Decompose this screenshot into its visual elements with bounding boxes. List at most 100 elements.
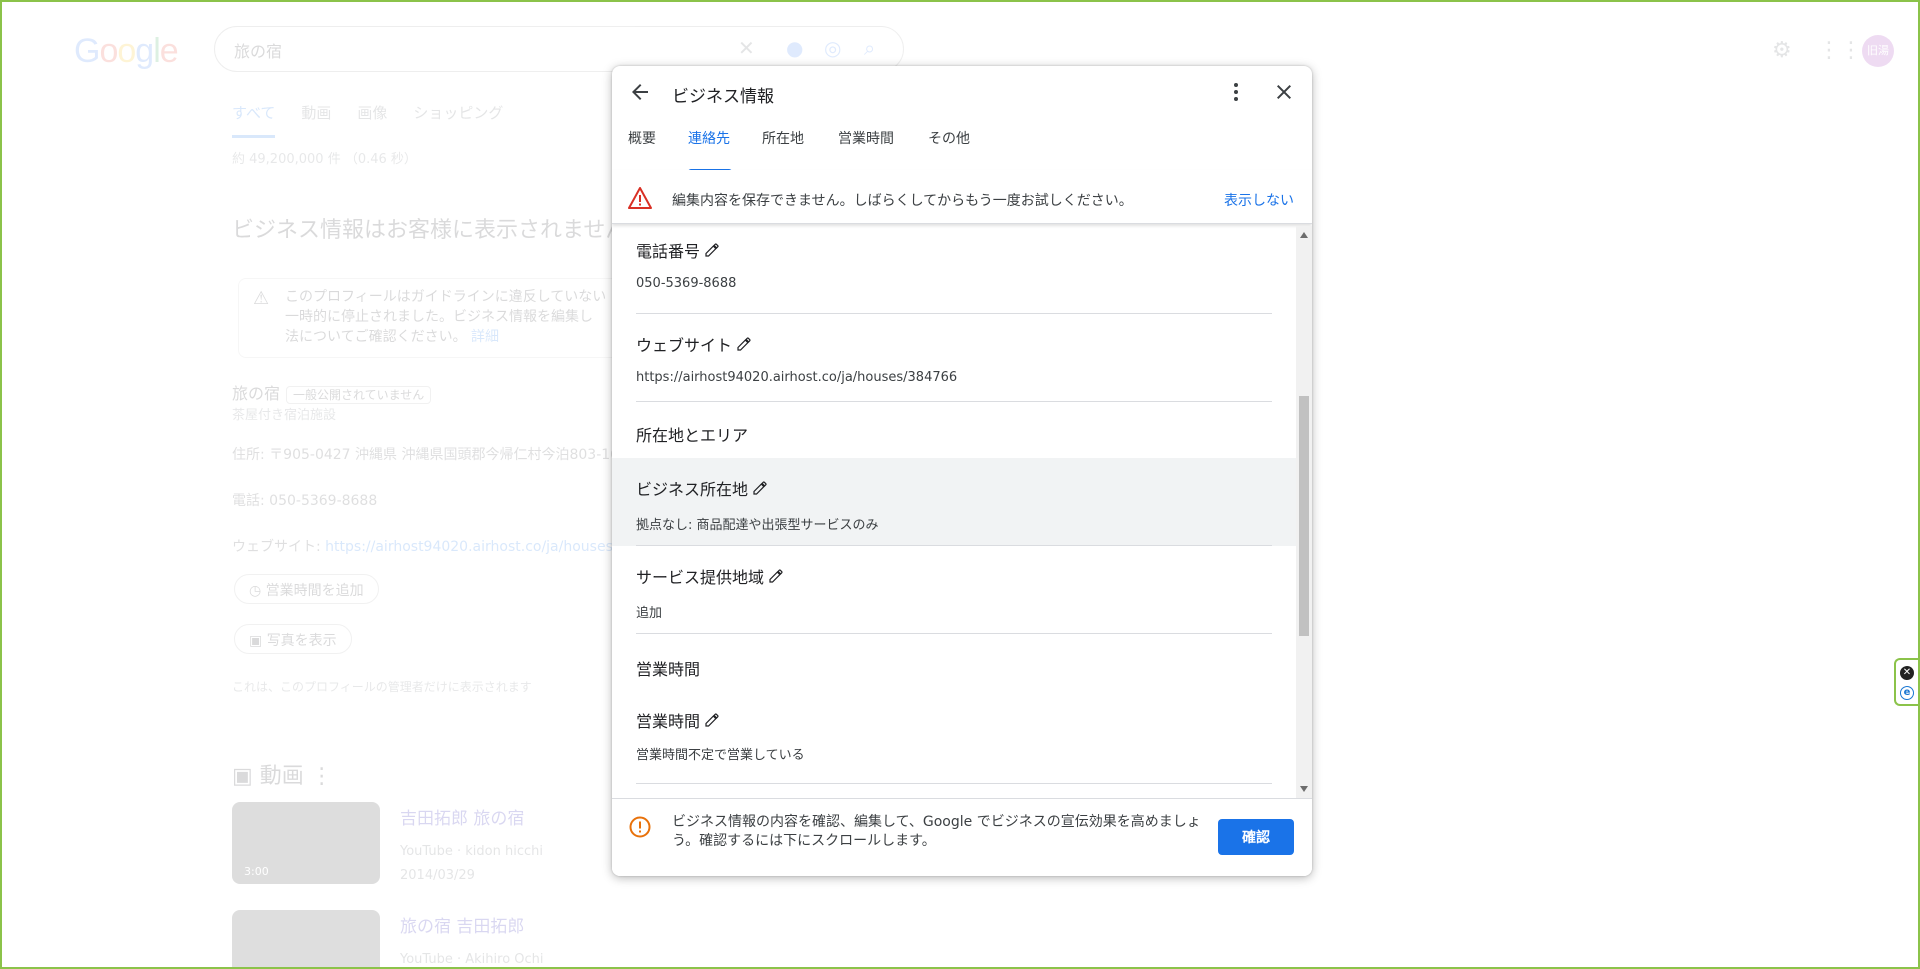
browser-frame: Google 旅の宿 ✕ ● ◎ ⌕ ⚙ ⋮⋮ 旧湯 すべて 動画 画像 ショッ… <box>0 0 1920 969</box>
pencil-icon[interactable] <box>768 568 784 584</box>
bg-show-photos-button[interactable]: ▣ 写真を表示 <box>234 624 352 654</box>
dialog-scrollbar[interactable] <box>1296 226 1312 798</box>
video-thumbnail[interactable] <box>232 910 380 967</box>
video-title[interactable]: 吉田拓郎 旅の宿 <box>400 804 524 829</box>
dialog-header: ビジネス情報 <box>612 66 1312 112</box>
hours-label: 営業時間 <box>636 712 701 731</box>
warning-icon <box>628 187 652 209</box>
website-field[interactable]: ウェブサイト https://airhost94020.airhost.co/j… <box>636 314 1272 402</box>
tab-images[interactable]: 画像 <box>357 102 387 138</box>
video-thumbnail[interactable]: 3:00 <box>232 802 380 884</box>
bg-business-category: 茶屋付き宿泊施設 <box>232 408 337 423</box>
dialog-footer: ビジネス情報の内容を確認、編集して、Google でビジネスの宣伝効果を高めまし… <box>612 798 1312 876</box>
error-message: 編集内容を保存できません。しばらくしてからもう一度お試しください。 <box>672 193 1133 209</box>
close-icon <box>1277 85 1291 99</box>
extension-logo-icon[interactable]: e <box>1900 686 1914 700</box>
footer-message: ビジネス情報の内容を確認、編集して、Google でビジネスの宣伝効果を高めまし… <box>672 814 1201 849</box>
bg-video-heading: ▣ 動画 ⋮ <box>232 764 333 789</box>
notice-line-1: このプロフィールはガイドラインに違反していない <box>285 289 607 305</box>
scroll-up-arrow[interactable] <box>1300 232 1308 238</box>
notice-line-2: 一時的に停止されました。ビジネス情報を編集し <box>285 309 593 325</box>
tab-all[interactable]: すべて <box>232 102 276 138</box>
apps-grid-icon[interactable]: ⋮⋮ <box>1818 38 1862 63</box>
tab-more[interactable]: その他 <box>928 132 972 172</box>
scrollbar-thumb[interactable] <box>1299 396 1309 636</box>
info-alert-icon <box>629 816 651 838</box>
bg-business-name-row: 旅の宿 一般公開されていません <box>232 380 432 404</box>
close-button[interactable] <box>1272 80 1296 104</box>
clear-icon[interactable]: ✕ <box>738 36 755 60</box>
bg-address: 住所: 〒905-0427 沖縄県 沖縄県国頭郡今帰仁村今泊803-166 <box>232 447 628 463</box>
google-logo: Google <box>74 32 179 70</box>
extension-widget: ✕ e <box>1894 658 1918 706</box>
notice-line-3: 法についてご確認ください。 <box>285 329 467 345</box>
search-tabs: すべて 動画 画像 ショッピング <box>232 102 503 138</box>
tab-contact[interactable]: 連絡先 <box>688 132 732 172</box>
tab-overview[interactable]: 概要 <box>628 132 658 172</box>
settings-icon[interactable]: ⚙ <box>1772 38 1792 63</box>
hours-field[interactable]: 営業時間 営業時間不定で営業している <box>636 690 1272 784</box>
bg-website-label: ウェブサイト: <box>232 539 326 555</box>
confirm-button[interactable]: 確認 <box>1218 819 1294 855</box>
pencil-icon[interactable] <box>736 336 752 352</box>
pencil-icon[interactable] <box>704 242 720 258</box>
dialog-tabs: 概要 連絡先 所在地 営業時間 その他 <box>612 132 1312 172</box>
error-banner: 編集内容を保存できません。しばらくしてからもう一度お試しください。 表示しない <box>612 170 1312 224</box>
search-query: 旅の宿 <box>234 42 283 61</box>
bg-not-public-badge: 一般公開されていません <box>286 386 432 404</box>
website-value: https://airhost94020.airhost.co/ja/house… <box>636 370 958 385</box>
service-area-value: 追加 <box>636 606 663 621</box>
account-avatar[interactable]: 旧湯 <box>1862 35 1894 67</box>
phone-label: 電話番号 <box>636 242 701 261</box>
lens-icon[interactable]: ◎ <box>824 36 841 60</box>
bg-heading: ビジネス情報はお客様に表示されません <box>232 218 628 243</box>
video-date: 2014/03/29 <box>400 868 475 883</box>
phone-label-row: 電話番号 <box>636 238 720 262</box>
tab-location[interactable]: 所在地 <box>762 132 806 172</box>
tab-videos[interactable]: 動画 <box>301 102 331 138</box>
phone-field[interactable]: 電話番号 050-5369-8688 <box>636 226 1272 314</box>
scroll-down-arrow[interactable] <box>1300 786 1308 792</box>
more-vert-icon <box>1234 83 1238 101</box>
business-location-value: 拠点なし: 商品配達や出張型サービスのみ <box>636 518 879 533</box>
suspension-notice: ⚠ このプロフィールはガイドラインに違反していない 一時的に停止されました。ビジ… <box>238 278 638 358</box>
bg-show-photos-label: 写真を表示 <box>266 633 337 649</box>
dialog-scroll-area[interactable]: 電話番号 050-5369-8688 ウェブサイト https://airhos… <box>612 226 1312 798</box>
search-icon[interactable]: ⌕ <box>864 36 875 60</box>
dialog-title: ビジネス情報 <box>672 87 774 107</box>
service-area-label-row: サービス提供地域 <box>636 564 784 588</box>
video-title[interactable]: 旅の宿 吉田拓郎 <box>400 912 524 937</box>
more-options-button[interactable] <box>1224 80 1248 104</box>
tab-hours[interactable]: 営業時間 <box>838 132 896 172</box>
bg-website-row: ウェブサイト: https://airhost94020.airhost.co/… <box>232 536 671 556</box>
bg-business-name: 旅の宿 <box>232 384 281 403</box>
bg-phone: 電話: 050-5369-8688 <box>232 493 378 509</box>
bg-add-hours-label: 営業時間を追加 <box>265 583 364 599</box>
microphone-icon[interactable]: ● <box>786 36 803 60</box>
phone-value: 050-5369-8688 <box>636 276 737 291</box>
pencil-icon[interactable] <box>704 712 720 728</box>
bg-video-heading-text: 動画 <box>259 764 304 789</box>
business-info-dialog: ビジネス情報 概要 連絡先 所在地 営業時間 その他 編集内容を保存できません。… <box>612 66 1312 876</box>
hours-value: 営業時間不定で営業している <box>636 748 805 763</box>
service-area-field[interactable]: サービス提供地域 追加 <box>636 546 1272 634</box>
back-button[interactable] <box>628 80 652 104</box>
dismiss-button[interactable]: 表示しない <box>1224 190 1294 210</box>
hours-label-row: 営業時間 <box>636 708 720 732</box>
service-area-label: サービス提供地域 <box>636 568 765 587</box>
bg-add-hours-button[interactable]: ◷ 営業時間を追加 <box>234 574 379 604</box>
bg-visibility-note: これは、このプロフィールの管理者だけに表示されます <box>232 680 532 694</box>
pencil-icon[interactable] <box>752 480 768 496</box>
business-location-label: ビジネス所在地 <box>636 480 749 499</box>
warning-icon: ⚠ <box>253 288 270 309</box>
location-section-heading: 所在地とエリア <box>636 426 749 445</box>
video-duration: 3:00 <box>244 865 269 878</box>
arrow-left-icon <box>632 84 648 100</box>
video-channel: YouTube · Akihiro Ochi <box>400 952 544 967</box>
notice-details-link[interactable]: 詳細 <box>471 329 499 345</box>
business-location-field[interactable]: ビジネス所在地 拠点なし: 商品配達や出張型サービスのみ <box>636 458 1272 546</box>
business-location-label-row: ビジネス所在地 <box>636 476 768 500</box>
website-label: ウェブサイト <box>636 336 733 355</box>
tab-shopping[interactable]: ショッピング <box>413 102 503 138</box>
extension-close-icon[interactable]: ✕ <box>1900 666 1914 680</box>
